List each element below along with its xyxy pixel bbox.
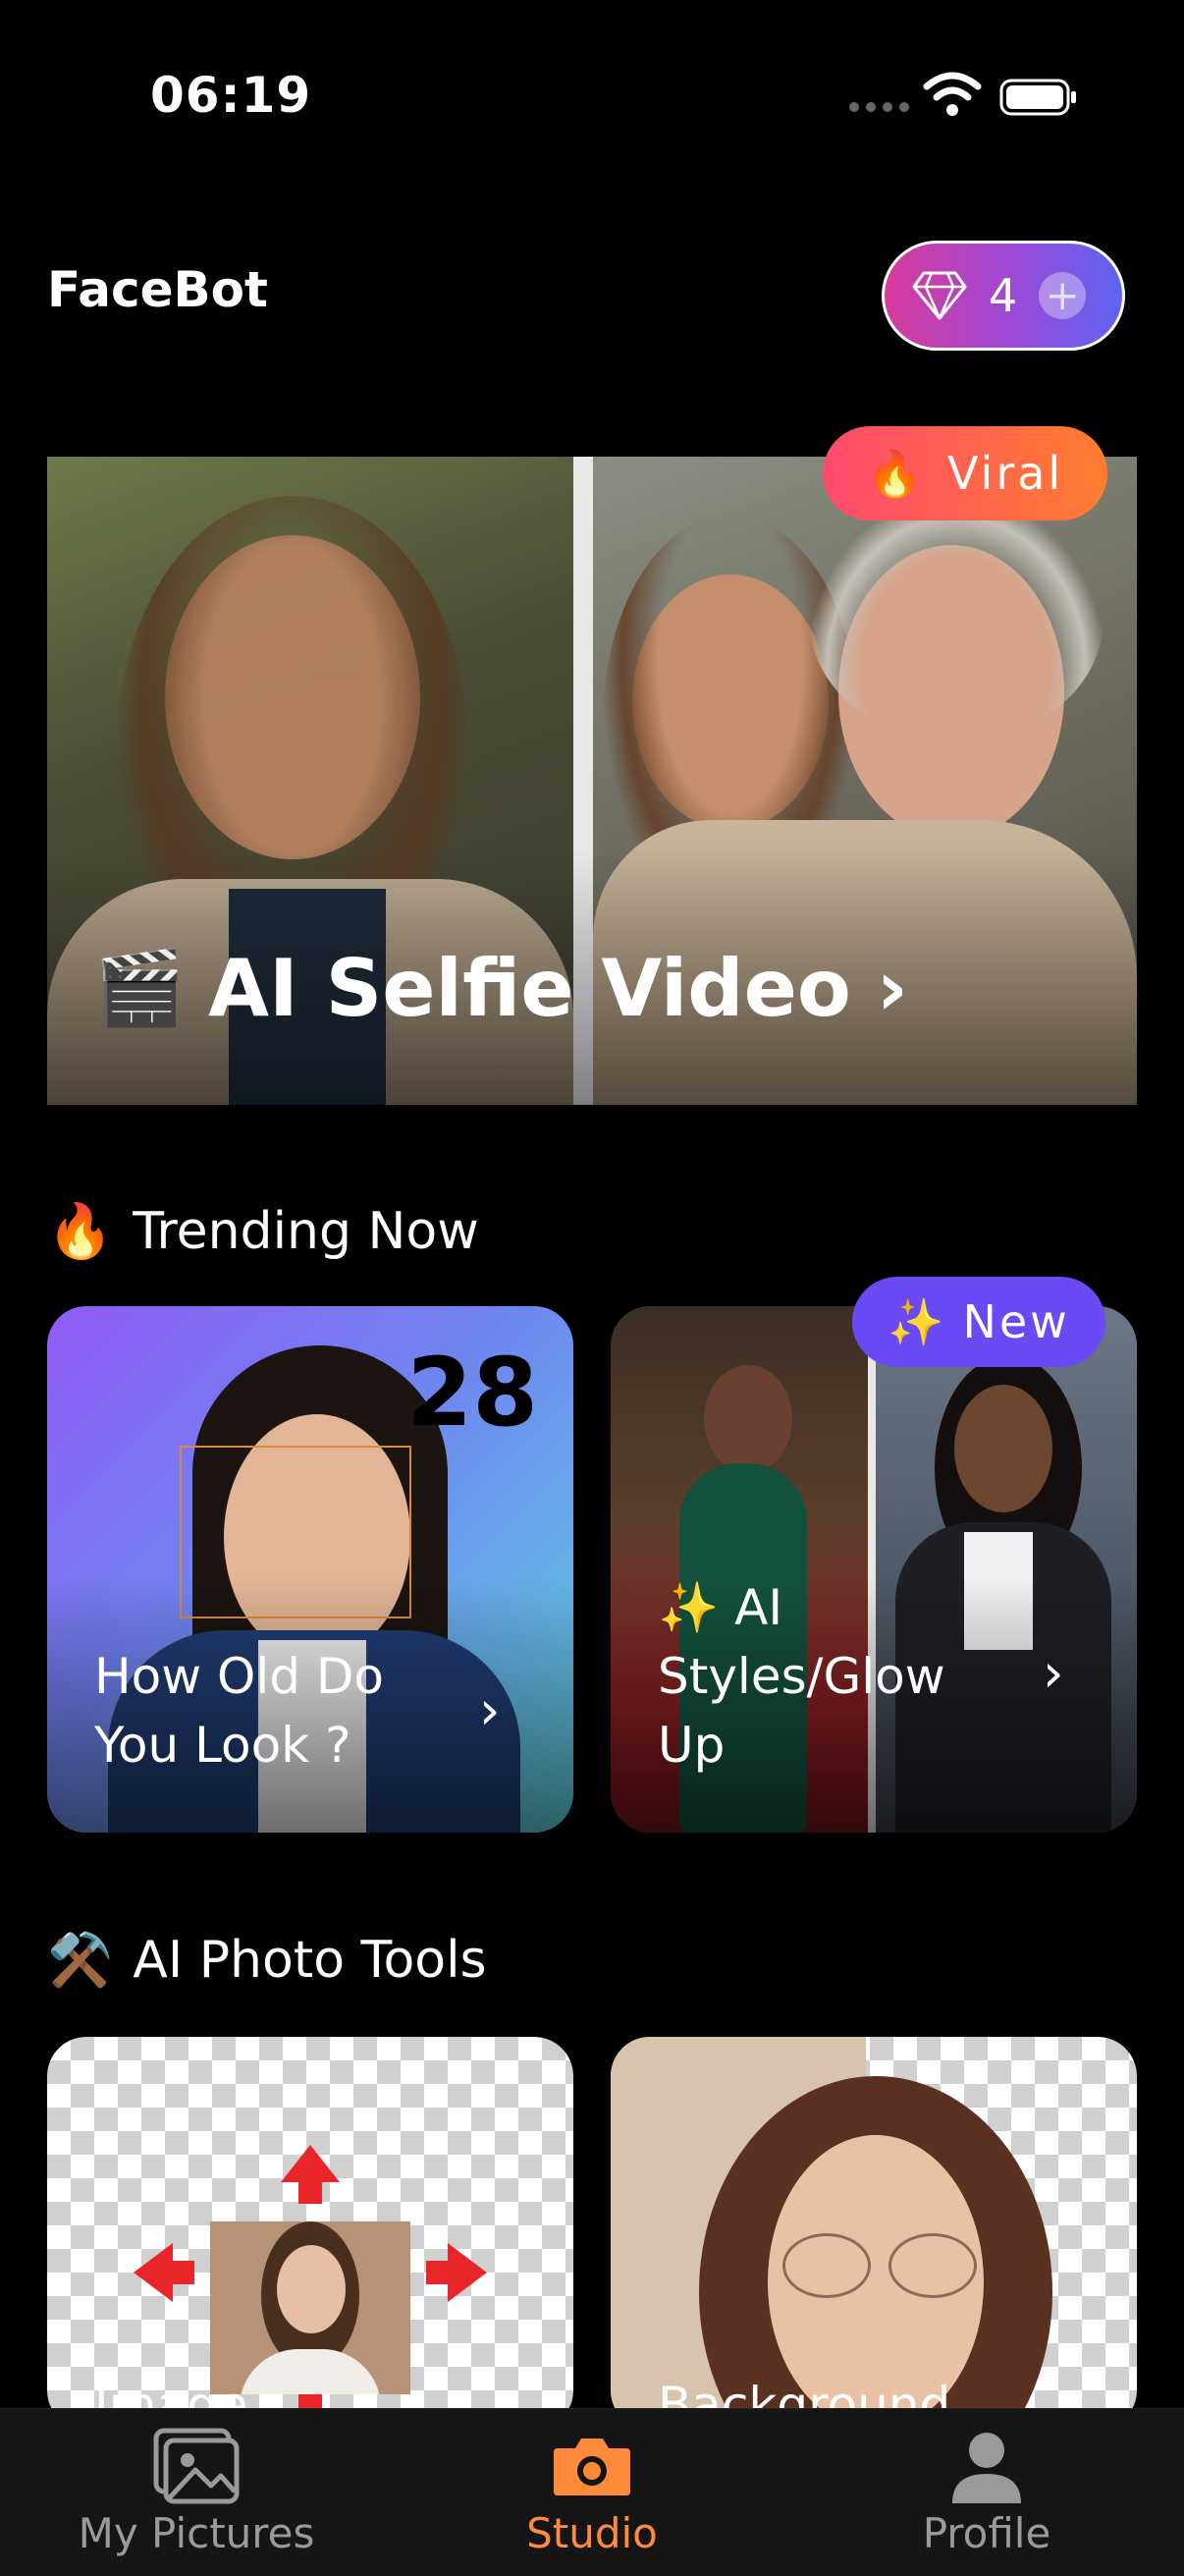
fire-icon: 🔥 — [866, 446, 927, 500]
card-label: How Old Do You Look ? — [94, 1648, 384, 1774]
chevron-right-icon: › — [1043, 1642, 1064, 1704]
nav-label: Profile — [922, 2509, 1051, 2557]
background-remover-card[interactable]: Background — [611, 2037, 1137, 2430]
nav-label: My Pictures — [78, 2509, 315, 2557]
hero-label: 🎬 AI Selfie Video › — [94, 943, 908, 1034]
tools-section-title: ⚒️ AI Photo Tools — [47, 1929, 487, 1992]
fire-icon: 🔥 — [47, 1200, 114, 1262]
gem-balance-button[interactable]: 4 + — [882, 241, 1125, 351]
trending-title: Trending Now — [133, 1202, 479, 1261]
chevron-right-icon: › — [876, 944, 908, 1033]
trending-section-title: 🔥 Trending Now — [47, 1200, 479, 1263]
add-gems-icon[interactable]: + — [1039, 272, 1087, 319]
clapperboard-icon: 🎬 — [94, 946, 186, 1030]
nav-studio[interactable]: Studio — [445, 2409, 739, 2576]
hero-title: AI Selfie Video — [208, 943, 851, 1034]
image-expand-card[interactable]: Image — [47, 2037, 573, 2430]
portrait-thumbnail — [210, 2221, 410, 2394]
nav-label: Studio — [526, 2509, 658, 2557]
tools-title: AI Photo Tools — [133, 1931, 487, 1990]
pictures-icon — [153, 2428, 240, 2504]
tools-icon: ⚒️ — [47, 1929, 114, 1991]
camera-icon — [554, 2439, 630, 2495]
signal-icon — [849, 102, 909, 112]
glasses-icon — [782, 2233, 979, 2298]
status-time: 06:19 — [150, 67, 312, 124]
gem-count: 4 — [989, 269, 1018, 322]
diamond-icon — [912, 271, 967, 320]
nav-profile[interactable]: Profile — [839, 2409, 1134, 2576]
new-badge-label: New — [962, 1295, 1070, 1348]
bottom-nav: My Pictures Studio Profile — [0, 2408, 1184, 2576]
sparkles-icon: ✨ — [888, 1294, 947, 1348]
new-badge: ✨ New — [852, 1277, 1105, 1367]
viral-badge: 🔥 Viral — [823, 426, 1107, 521]
chevron-right-icon: › — [479, 1679, 501, 1741]
person-icon — [952, 2433, 1021, 2503]
ai-styles-card[interactable]: ✨ AI Styles/Glow Up › — [611, 1306, 1137, 1833]
card-label: ✨ AI Styles/Glow Up — [658, 1579, 945, 1774]
viral-badge-label: Viral — [947, 447, 1064, 500]
battery-icon — [999, 79, 1076, 116]
wifi-icon — [923, 72, 982, 116]
age-number: 28 — [406, 1338, 538, 1448]
ai-selfie-video-banner[interactable]: 🎬 AI Selfie Video › — [47, 457, 1137, 1105]
nav-my-pictures[interactable]: My Pictures — [49, 2409, 344, 2576]
how-old-card[interactable]: 28 How Old Do You Look ? › — [47, 1306, 573, 1833]
app-title: FaceBot — [47, 261, 268, 318]
